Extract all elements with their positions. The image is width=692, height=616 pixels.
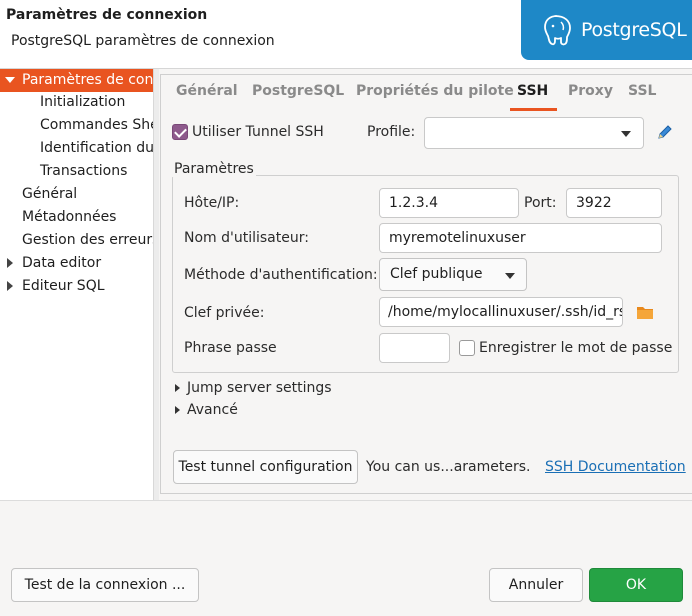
parameters-group-title: Paramètres [172, 161, 256, 177]
tree-item-identification[interactable]: Identification du [0, 137, 153, 160]
jump-server-expander[interactable]: Jump server settings [187, 380, 332, 396]
host-input[interactable]: 1.2.3.4 [379, 188, 519, 218]
tree-item-connection-params[interactable]: Paramètres de conn [0, 69, 153, 92]
profile-label: Profile: [367, 124, 416, 140]
use-ssh-tunnel-checkbox[interactable] [172, 124, 188, 140]
logo-text: PostgreSQL [581, 19, 687, 41]
passphrase-input[interactable] [379, 333, 450, 363]
auth-method-value: Clef publique [390, 266, 483, 282]
tree-item-error-handling[interactable]: Gestion des erreurs [0, 229, 153, 252]
advanced-expander[interactable]: Avancé [187, 402, 238, 418]
chevron-right-icon[interactable] [175, 406, 180, 414]
tree-item-label: Gestion des erreurs [22, 232, 153, 248]
test-connection-button[interactable]: Test de la connexion ... [11, 568, 199, 602]
host-label: Hôte/IP: [184, 195, 240, 211]
tree-item-label: Editeur SQL [22, 278, 105, 294]
chevron-down-icon[interactable] [5, 77, 15, 83]
tab-driver-properties[interactable]: Propriétés du pilote [356, 83, 514, 99]
tree-item-general[interactable]: Général [0, 183, 153, 206]
dialog-subtitle: PostgreSQL paramètres de connexion [11, 33, 275, 49]
tree-item-shell-commands[interactable]: Commandes She [0, 114, 153, 137]
tree-item-label: Transactions [40, 163, 128, 179]
tree-item-label: Général [22, 186, 78, 202]
tree-item-label: Commandes She [40, 117, 153, 133]
passphrase-label: Phrase passe [184, 340, 277, 356]
footer-divider [0, 500, 692, 501]
chevron-down-icon [505, 273, 515, 279]
chevron-right-icon[interactable] [7, 258, 13, 268]
port-input[interactable]: 3922 [566, 188, 662, 218]
tab-ssh[interactable]: SSH [517, 83, 548, 99]
tree-item-transactions[interactable]: Transactions [0, 160, 153, 183]
active-tab-indicator [510, 108, 557, 111]
port-label: Port: [524, 195, 557, 211]
username-label: Nom d'utilisateur: [184, 230, 309, 246]
postgresql-logo: PostgreSQL [521, 0, 692, 60]
tree-item-label: Initialization [40, 94, 126, 110]
tree-item-label: Métadonnées [22, 209, 117, 225]
save-password-checkbox[interactable] [459, 340, 475, 356]
dialog-title: Paramètres de connexion [6, 7, 208, 23]
pencil-icon[interactable] [657, 124, 673, 144]
tab-general[interactable]: Général [176, 83, 238, 99]
chevron-right-icon[interactable] [175, 384, 180, 392]
tab-ssl[interactable]: SSL [628, 83, 656, 99]
ssh-documentation-link[interactable]: SSH Documentation [545, 459, 686, 475]
ok-button[interactable]: OK [589, 568, 683, 602]
private-key-input[interactable]: /home/mylocallinuxuser/.ssh/id_rs [379, 297, 623, 327]
auth-method-label: Méthode d'authentification: [184, 267, 378, 283]
tab-postgresql[interactable]: PostgreSQL [252, 83, 344, 99]
info-text: You can us...arameters. [366, 459, 531, 475]
tree-item-label: Identification du [40, 140, 153, 156]
chevron-right-icon[interactable] [7, 281, 13, 291]
tab-proxy[interactable]: Proxy [568, 83, 613, 99]
private-key-label: Clef privée: [184, 305, 265, 321]
tree-item-metadata[interactable]: Métadonnées [0, 206, 153, 229]
chevron-down-icon [621, 131, 631, 137]
tree-item-initialization[interactable]: Initialization [0, 91, 153, 114]
settings-tree: Paramètres de conn Initialization Comman… [0, 69, 153, 501]
tree-item-data-editor[interactable]: Data editor [0, 252, 153, 275]
splitter[interactable] [153, 69, 159, 501]
tree-item-label: Paramètres de conn [22, 72, 153, 88]
save-password-label: Enregistrer le mot de passe [479, 340, 673, 356]
test-tunnel-button[interactable]: Test tunnel configuration [173, 450, 358, 484]
folder-icon[interactable] [637, 305, 653, 323]
tree-item-sql-editor[interactable]: Editeur SQL [0, 275, 153, 298]
username-input[interactable]: myremotelinuxuser [379, 223, 662, 253]
cancel-button[interactable]: Annuler [489, 568, 583, 602]
auth-method-select[interactable]: Clef publique [379, 258, 527, 291]
elephant-icon [544, 15, 571, 46]
tree-item-label: Data editor [22, 255, 102, 271]
profile-select[interactable] [424, 117, 644, 149]
tab-bar: Général PostgreSQL Propriétés du pilote … [160, 74, 692, 110]
use-ssh-tunnel-label: Utiliser Tunnel SSH [192, 124, 324, 140]
